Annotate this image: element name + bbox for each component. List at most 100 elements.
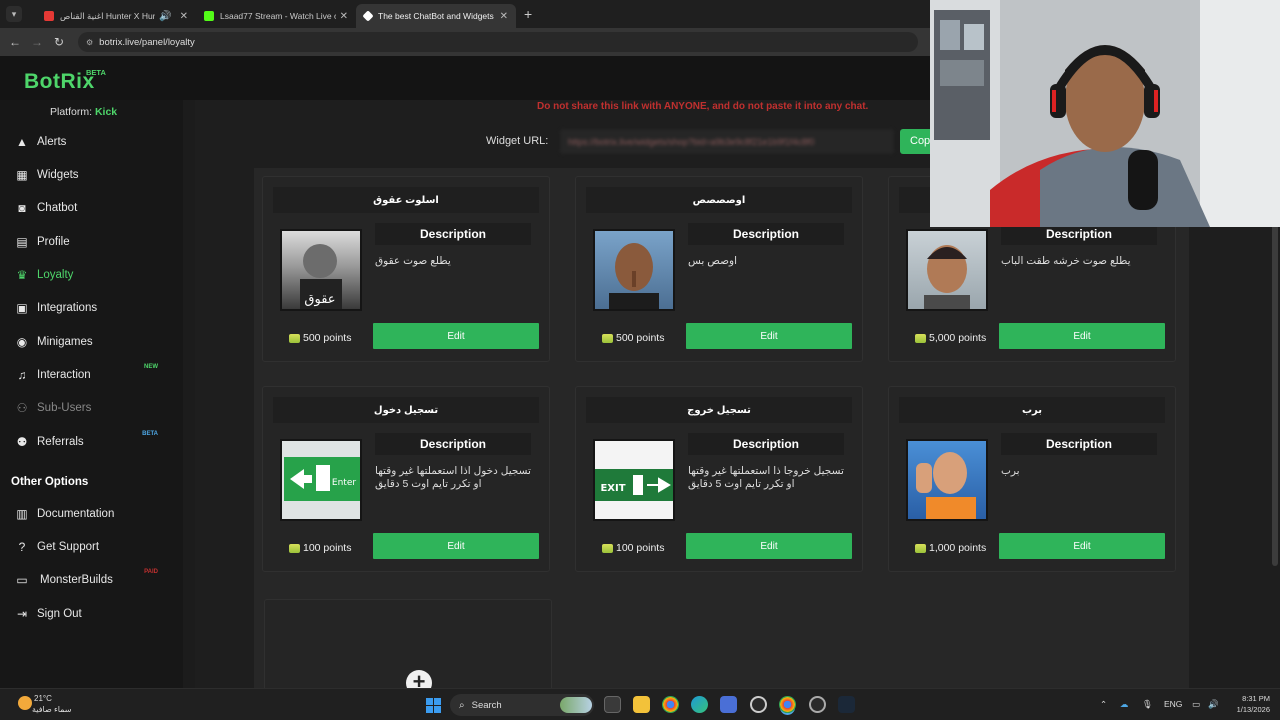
taskbar-search[interactable]: ⌕ Search [450, 694, 594, 716]
steam-icon[interactable] [838, 696, 855, 713]
close-tab-icon[interactable]: ✕ [180, 11, 188, 22]
sidebar-item-alerts[interactable]: ▲ Alerts [14, 130, 174, 154]
edge-icon[interactable] [691, 696, 708, 713]
address-bar[interactable]: ⚙ botrix.live/panel/loyalty [78, 32, 918, 52]
reward-title: برب [899, 397, 1165, 423]
id-card-icon: ▤ [16, 235, 28, 249]
reward-description: يطلع صوت خرشه طقت الباب [1001, 255, 1159, 268]
sidebar-item-minigames[interactable]: ◉ Minigames [14, 330, 174, 354]
sidebar-item-interaction[interactable]: ♫ Interaction NEW [14, 363, 174, 387]
description-heading: Description [1001, 433, 1157, 455]
edit-reward-button[interactable]: Edit [373, 533, 539, 559]
sidebar-item-widgets[interactable]: ▦ Widgets [14, 163, 174, 187]
warning-text: Do not share this link with ANYONE, and … [537, 101, 869, 112]
widget-url-field[interactable]: https://botrix.live/widgets/shop?bid=a9b… [560, 129, 894, 154]
microphone-icon[interactable]: 🎙 [1142, 699, 1153, 710]
edit-reward-button[interactable]: Edit [999, 323, 1165, 349]
sidebar-item-loyalty[interactable]: ♛ Loyalty [14, 263, 174, 287]
speaker-icon[interactable]: 🔊 [159, 11, 171, 22]
edit-reward-button[interactable]: Edit [373, 323, 539, 349]
points-value: 5,000 points [929, 332, 987, 344]
chrome-icon[interactable] [662, 696, 679, 713]
sidebar-item-label: Widgets [37, 169, 79, 181]
reward-description: تسجيل خروجا ذا استعملتها غير وقتها او تك… [688, 465, 846, 491]
exit-sign-photo: EXIT [593, 439, 675, 521]
referral-icon: ⚉ [16, 435, 28, 449]
close-tab-icon[interactable]: ✕ [500, 11, 508, 22]
language-indicator[interactable]: ENG [1164, 699, 1182, 709]
clock-time: 8:31 PM [1242, 694, 1270, 703]
sidebar-item-profile[interactable]: ▤ Profile [14, 230, 174, 254]
obs-icon[interactable] [809, 696, 826, 713]
coins-icon [915, 543, 926, 553]
robot-icon: ◙ [18, 201, 26, 215]
reward-points: 100 points [602, 542, 664, 554]
botrix-logo[interactable]: BotRix [24, 70, 95, 94]
sidebar-divider [183, 100, 195, 688]
edit-reward-button[interactable]: Edit [686, 323, 852, 349]
reward-description: تسجيل دخول اذا استعملتها غير وقتها او تك… [375, 465, 533, 491]
description-heading: Description [375, 433, 531, 455]
sidebar-item-chatbot[interactable]: ◙ Chatbot [14, 196, 174, 220]
shush-man-photo [593, 229, 675, 311]
svg-text:Enter: Enter [332, 478, 356, 488]
users-icon: ⚇ [16, 401, 28, 415]
file-explorer-icon[interactable] [633, 696, 650, 713]
site-info-icon[interactable]: ⚙ [86, 38, 93, 47]
sidebar-item-label: Interaction [37, 369, 91, 381]
widget-url-label: Widget URL: [486, 135, 549, 147]
add-reward-card[interactable]: + [264, 599, 552, 696]
reward-description: يطلع صوت عقوق [375, 255, 533, 268]
sidebar-item-label: Get Support [37, 541, 100, 553]
browser-tab-2[interactable]: Lsaad77 Stream - Watch Live o ✕ [196, 4, 356, 28]
tray-chevron-icon[interactable]: ⌃ [1100, 699, 1107, 710]
reward-title: اوصصصص [586, 187, 852, 213]
start-menu-icon[interactable] [426, 698, 441, 713]
rewards-panel: اسلوت عقوق عقوق Description يطلع صوت عقو… [254, 168, 1189, 696]
onedrive-icon[interactable]: ☁ [1120, 699, 1129, 710]
reward-title: اسلوت عقوق [273, 187, 539, 213]
new-tab-button[interactable]: + [524, 6, 532, 22]
close-tab-icon[interactable]: ✕ [340, 11, 348, 22]
edit-reward-button[interactable]: Edit [999, 533, 1165, 559]
task-view-icon[interactable] [604, 696, 621, 713]
search-highlight-icon [560, 697, 592, 713]
sidebar-item-integrations[interactable]: ▣ Integrations [14, 296, 174, 320]
coins-icon [602, 543, 613, 553]
volume-icon[interactable]: 🔊 [1208, 699, 1219, 710]
forward-icon[interactable]: → [26, 35, 48, 49]
exit-sign-illustration: EXIT [595, 469, 673, 501]
browser-tab-3[interactable]: The best ChatBot and Widgets ✕ [356, 4, 516, 28]
store-icon[interactable] [720, 696, 737, 713]
sidebar-item-sign-out[interactable]: ⇥ Sign Out [14, 602, 174, 626]
sidebar-item-get-support[interactable]: ? Get Support [14, 535, 174, 559]
reward-points: 100 points [289, 542, 351, 554]
sidebar-item-documentation[interactable]: ▥ Documentation [14, 502, 174, 526]
browser-tab-1[interactable]: اغنية القناص Hunter X Hunter 🔊 ✕ [36, 4, 196, 28]
sidebar-item-sub-users[interactable]: ⚇ Sub-Users [14, 396, 174, 420]
help-icon: ? [18, 540, 26, 554]
coins-icon [602, 333, 613, 343]
wrestler-photo [906, 439, 988, 521]
reload-icon[interactable]: ↻ [48, 35, 70, 49]
network-icon[interactable]: ▭ [1192, 699, 1200, 710]
streamer-webcam-illustration [930, 0, 1280, 227]
reward-title: تسجيل دخول [273, 397, 539, 423]
reward-description-text: يطلع صوت خرشه طقت الباب [1001, 255, 1131, 267]
reward-description-text: برب [1001, 465, 1020, 477]
back-icon[interactable]: ← [4, 35, 26, 49]
sidebar-item-monsterbuilds[interactable]: ▭ MonsterBuilds PAID [14, 568, 174, 592]
tab-list-button[interactable]: ▾ [6, 6, 22, 22]
app-icon[interactable] [750, 696, 767, 713]
youtube-favicon-icon [44, 11, 54, 21]
points-value: 500 points [616, 332, 665, 344]
paid-badge: PAID [144, 569, 158, 575]
chrome-active-icon[interactable] [779, 696, 796, 713]
sidebar-item-referrals[interactable]: ⚉ Referrals BETA [14, 430, 174, 454]
reward-points: 500 points [602, 332, 664, 344]
description-heading: Description [375, 223, 531, 245]
clock[interactable]: 8:31 PM 1/13/2026 [1226, 693, 1270, 715]
edit-reward-button[interactable]: Edit [686, 533, 852, 559]
surprised-man-photo [906, 229, 988, 311]
reward-points: 1,000 points [915, 542, 986, 554]
